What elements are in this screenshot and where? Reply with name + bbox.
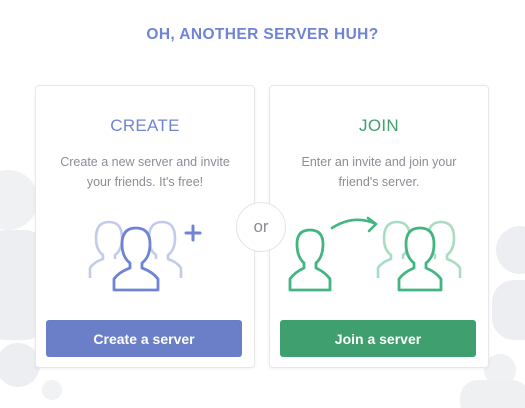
group-add-icon — [88, 220, 202, 292]
join-group-icon — [288, 216, 462, 292]
join-card: JOIN Enter an invite and join your frien… — [269, 85, 489, 368]
page-title: OH, ANOTHER SERVER HUH? — [146, 26, 379, 43]
create-title: CREATE — [110, 116, 180, 135]
join-server-button[interactable]: Join a server — [280, 320, 476, 357]
create-description: Create a new server and invite your frie… — [60, 155, 230, 189]
join-description: Enter an invite and join your friend's s… — [301, 155, 457, 189]
join-title: JOIN — [359, 116, 399, 135]
create-card: CREATE Create a new server and invite yo… — [35, 85, 255, 368]
create-server-button[interactable]: Create a server — [46, 320, 242, 357]
or-divider: or — [236, 202, 286, 252]
